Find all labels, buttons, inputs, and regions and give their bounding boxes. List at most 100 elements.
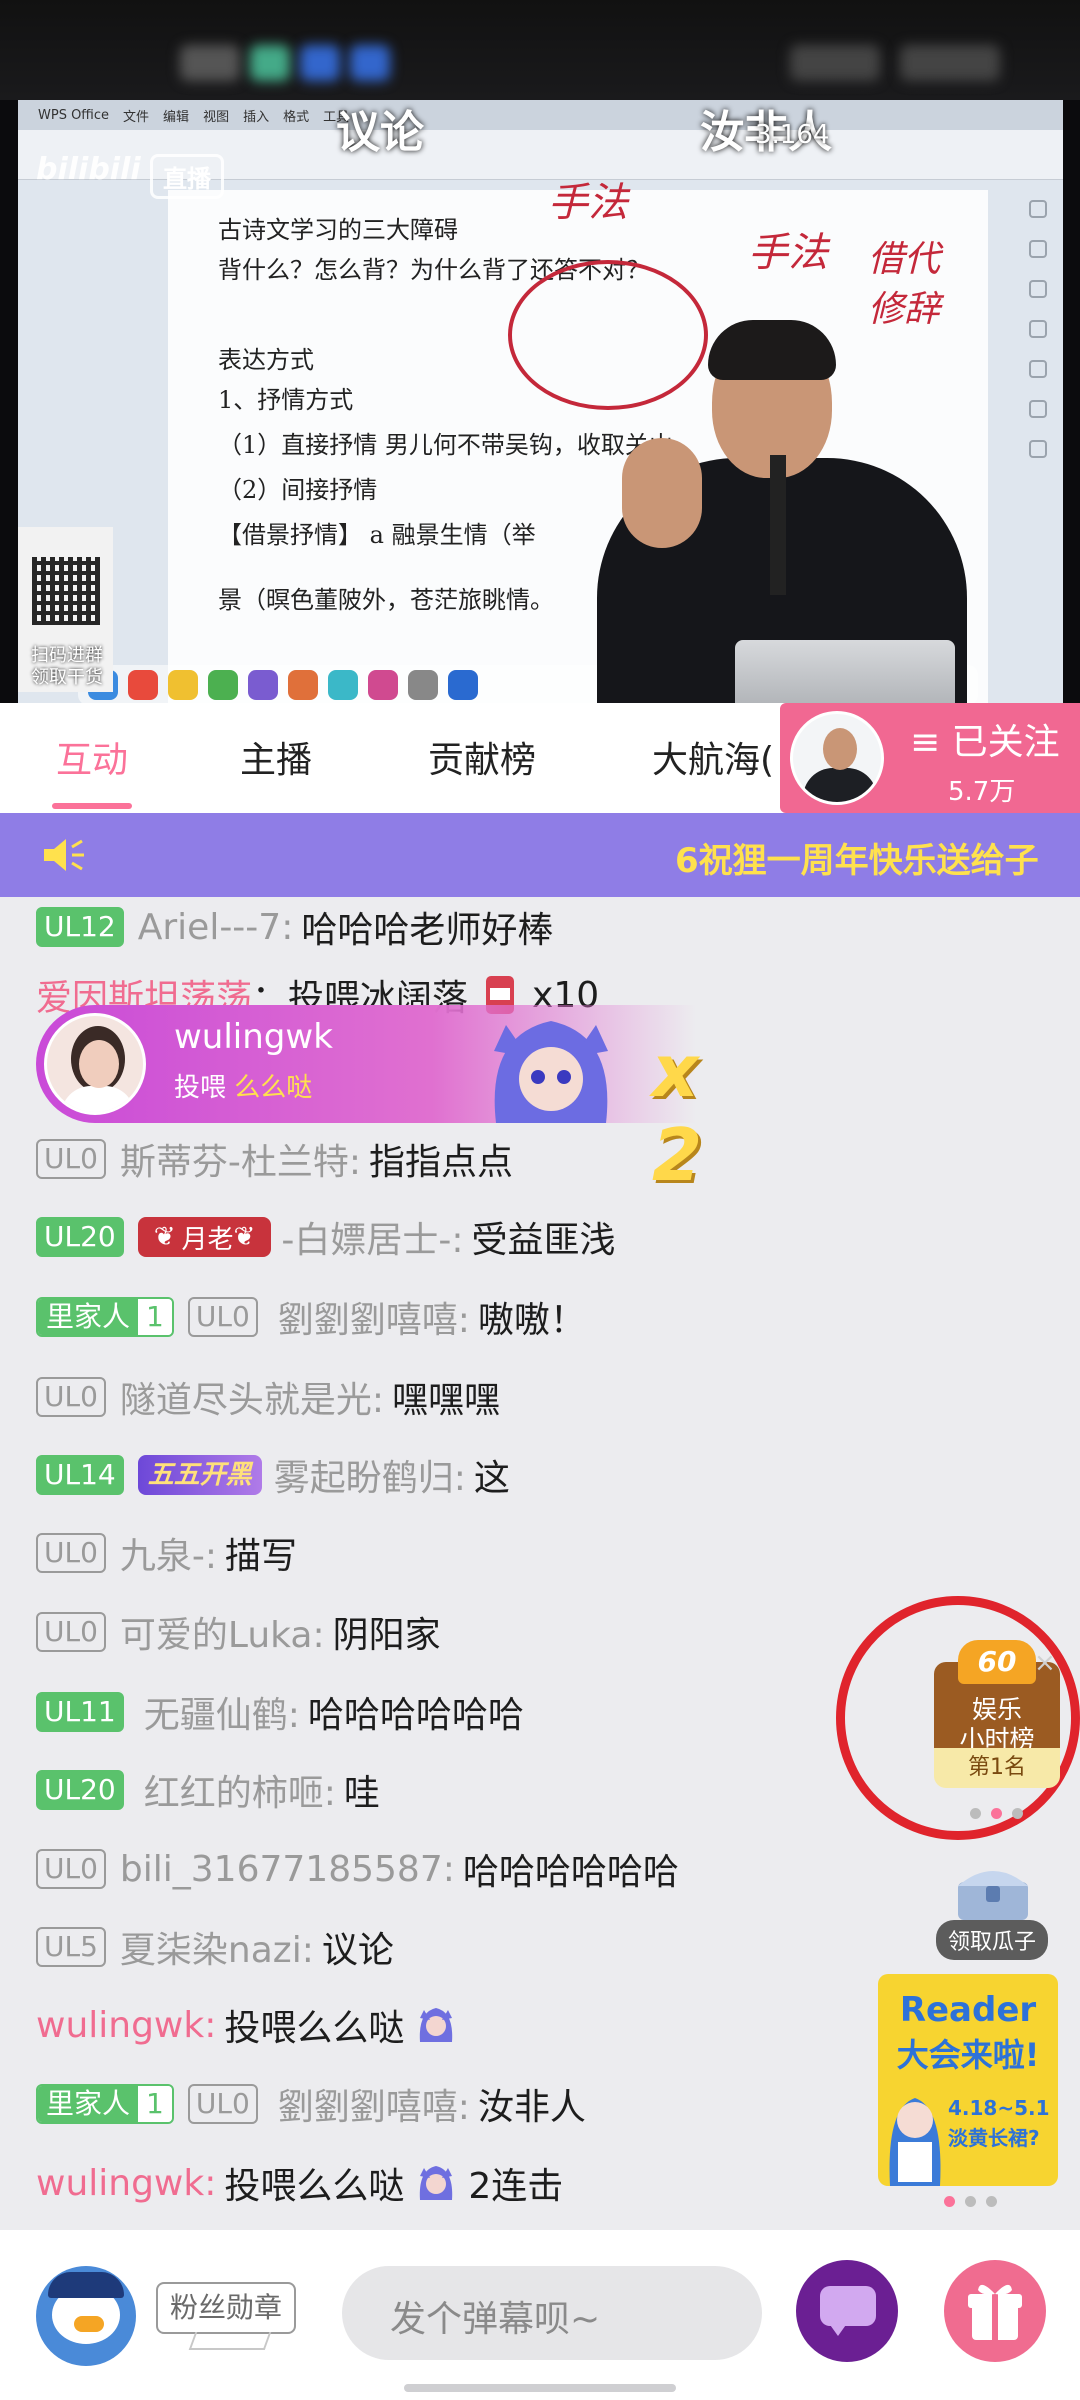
reader-event-banner[interactable]: Reader 大会来啦! 4.18~5.1 淡黄长裙? (878, 1974, 1058, 2186)
tab-streamer[interactable]: 主播 (240, 731, 312, 783)
chat-message: UL0 隧道尽头就是光: 嘿嘿嘿 (36, 1367, 500, 1427)
chat-message: 里家人 1 UL0 劉劉劉嘻嘻: 嗷嗷！ (36, 1287, 586, 1347)
chat-username[interactable]: 劉劉劉嘻嘻: (278, 2078, 470, 2130)
treasure-chest-icon[interactable] (950, 1856, 1036, 1924)
chat-username[interactable]: 斯蒂芬-杜兰特: (120, 1133, 361, 1185)
mascot-icon (420, 2008, 453, 2042)
mascot-icon (420, 2166, 453, 2200)
close-icon[interactable]: × (1034, 1648, 1056, 1678)
chat-text: 阴阳家 (332, 1615, 441, 1656)
user-level-badge: UL0 (36, 1139, 106, 1179)
chat-username[interactable]: -白嫖居士-: (281, 1211, 463, 1263)
home-indicator[interactable] (404, 2384, 676, 2392)
chat-bubble-icon (820, 2286, 876, 2326)
chat-message: UL20 ❦ 月老 ❦ -白嫖居士-: 受益匪浅 (36, 1207, 615, 1267)
user-level-badge: UL11 (36, 1692, 124, 1732)
bottom-input-bar: 粉丝勋章 发个弹幕呗~ (0, 2230, 1080, 2400)
user-level-badge: UL0 (36, 1377, 106, 1417)
chat-username[interactable]: wulingwk: (36, 2005, 216, 2046)
event-tagline: 淡黄长裙? (948, 2126, 1040, 2150)
chat-message: UL0 可爱的Luka: 阴阳家 (36, 1602, 441, 1662)
chat-username[interactable]: 无疆仙鹤: (144, 1686, 300, 1738)
ink-note: 手法 (748, 230, 828, 276)
live-badge: 直播 (150, 154, 224, 199)
chat-username[interactable]: 劉劉劉嘻嘻: (278, 1291, 470, 1343)
microphone (770, 455, 786, 595)
chat-text: 哇 (343, 1773, 380, 1814)
family-badge[interactable]: 里家人 1 (36, 2084, 174, 2124)
chat-username[interactable]: bili_31677185587: (120, 1849, 455, 1890)
fan-medal[interactable]: ❦ 月老 ❦ (137, 1217, 272, 1257)
chat-text: 投喂么么哒 (224, 2008, 405, 2049)
ink-note: 借代 (868, 239, 941, 280)
announcement-text: 6祝狸一周年快乐送给子 (675, 841, 1039, 881)
ink-note: 手法 (548, 180, 628, 226)
claim-seeds-label[interactable]: 领取瓜子 (936, 1920, 1049, 1960)
reader-subtitle: 大会来啦! (896, 2036, 1040, 2074)
danmaku-input[interactable]: 发个弹幕呗~ (342, 2266, 762, 2360)
user-level-badge: UL0 (36, 1849, 106, 1889)
chat-message: UL0 bili_31677185587: 哈哈哈哈哈哈 (36, 1839, 679, 1899)
user-level-badge: UL20 (36, 1217, 124, 1257)
chat-username[interactable]: 九泉-: (120, 1527, 217, 1579)
doc-line: 1、抒情方式 (218, 386, 354, 414)
mascot-icon (494, 1021, 608, 1123)
chat-username[interactable]: 雾起盼鹤归: (274, 1449, 466, 1501)
danmaku-placeholder: 发个弹幕呗~ (390, 2299, 601, 2340)
chat-username[interactable]: 夏柒染nazi: (120, 1921, 314, 1973)
user-avatar[interactable] (36, 2266, 136, 2366)
doc-line: 古诗文学习的三大障碍 (218, 216, 458, 244)
chat-message: UL11 无疆仙鹤: 哈哈哈哈哈哈 (36, 1682, 524, 1742)
gifter-name: wulingwk (174, 1017, 333, 1057)
reader-title: Reader (899, 1990, 1037, 2030)
chat-message: 里家人 1 UL0 劉劉劉嘻嘻: 汝非人 (36, 2074, 586, 2134)
tab-interaction[interactable]: 互动 (56, 731, 128, 783)
chat-gift-message: wulingwk: 投喂么么哒 2连击 (36, 2153, 563, 2213)
tab-contribution[interactable]: 贡献榜 (428, 731, 536, 783)
carousel-dots (944, 2196, 997, 2207)
chat-username[interactable]: 隧道尽头就是光: (120, 1371, 384, 1423)
qr-caption: 扫码进群 领取干货 (31, 645, 103, 688)
room-number: 3.164 (755, 120, 830, 150)
user-level-badge: UL0 (36, 1612, 106, 1652)
tab-guard[interactable]: 大航海( (652, 731, 774, 783)
chat-text: 哈哈哈老师好棒 (301, 910, 554, 951)
family-badge[interactable]: 里家人 1 (36, 1297, 174, 1337)
mascot-girl-icon (889, 2098, 941, 2186)
chat-text: 议论 (321, 1930, 394, 1971)
danmaku-overlay: 议论 (336, 107, 424, 158)
chat-username[interactable]: 可爱的Luka: (120, 1606, 325, 1658)
user-level-badge: UL12 (36, 907, 124, 947)
gifter-avatar[interactable] (44, 1013, 146, 1115)
chat-text: 受益匪浅 (471, 1220, 616, 1261)
chat-bubble-button[interactable] (796, 2260, 898, 2362)
live-room-screen: WPS Office 文件 编辑 视图 插入 格式 工具 古诗文学习的三大障碍 背什么？怎么… (0, 0, 1080, 2400)
status-bar (0, 0, 1080, 100)
user-level-badge: UL5 (36, 1927, 106, 1967)
user-level-badge: UL14 (36, 1455, 124, 1495)
video-player[interactable]: WPS Office 文件 编辑 视图 插入 格式 工具 古诗文学习的三大障碍 背什么？怎么… (0, 0, 1080, 703)
doc-line: 景（暝色董陂外，苍茫旅眺情。 (218, 586, 554, 614)
laptop (735, 640, 955, 703)
follow-button[interactable]: ≡ 已关注 5.7万 (780, 703, 1080, 813)
fan-medal[interactable]: 五五开黑 (137, 1455, 262, 1495)
gift-combo-banner: wulingwk 投喂 么么哒 x 2 (36, 1005, 702, 1197)
chat-text: 嗷嗷！ (477, 1300, 586, 1341)
chat-text: 嘿嘿嘿 (392, 1380, 501, 1421)
chat-username[interactable]: wulingwk: (36, 2163, 216, 2204)
gift-button[interactable] (944, 2260, 1046, 2362)
bilibili-logo: bilibili (36, 152, 141, 187)
rank-position: 第1名 (934, 1748, 1060, 1788)
fan-medal-button[interactable]: 粉丝勋章 (156, 2282, 297, 2334)
announcement-bar[interactable]: 6祝狸一周年快乐送给子 (0, 813, 1080, 897)
follow-status: ≡ 已关注 (910, 722, 1060, 763)
streamer-avatar[interactable] (790, 711, 884, 805)
carousel-dots (970, 1808, 1023, 1819)
chat-message: UL14 五五开黑 雾起盼鹤归: 这 (36, 1445, 510, 1505)
qr-code-card: 扫码进群 领取干货 (18, 527, 113, 692)
chat-username[interactable]: 红红的柿咂: (144, 1764, 336, 1816)
chat-message: UL20 红红的柿咂: 哇 (36, 1760, 380, 1820)
doc-line: 表达方式 (218, 346, 314, 374)
chat-text: 投喂么么哒 (224, 2166, 405, 2207)
chat-username[interactable]: Ariel---7: (138, 907, 294, 948)
